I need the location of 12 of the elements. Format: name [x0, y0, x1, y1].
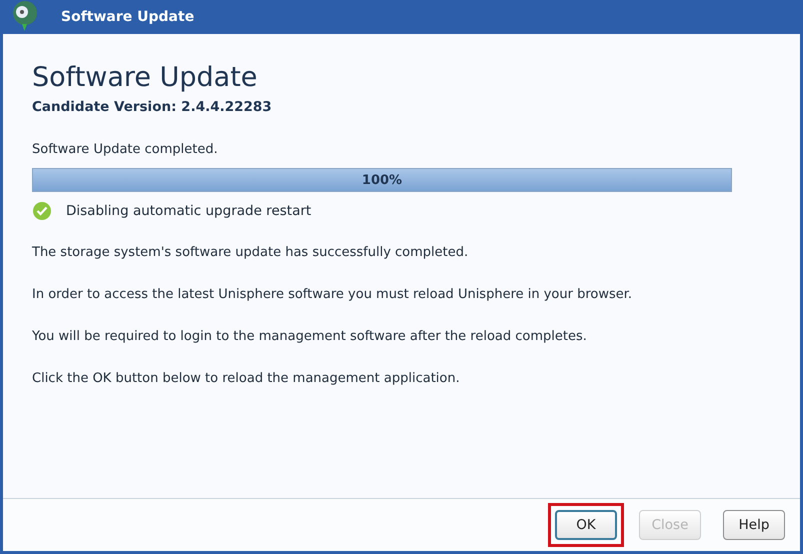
dialog-button[interactable]: Help [723, 510, 785, 540]
message-text: Click the OK button below to reload the management application. [32, 371, 461, 386]
message-text: In order to access the latest Unisphere software you must reload Unisphere in your browser. [32, 287, 634, 302]
status-text: Software Update completed. [32, 142, 219, 157]
page-heading: Software Update [32, 62, 258, 93]
progress-reading: 100% [362, 172, 402, 188]
window-title: Software Update [61, 9, 194, 25]
version-label: Candidate Version: 2.4.4.22283 [32, 99, 273, 115]
message-text: The storage system's software update has successfully completed. [32, 245, 470, 260]
step-label: Disabling automatic upgrade restart [66, 203, 312, 219]
message-text: You will be required to login to the management software after the reload completes. [32, 329, 588, 344]
dialog-button[interactable]: OK [555, 510, 617, 540]
